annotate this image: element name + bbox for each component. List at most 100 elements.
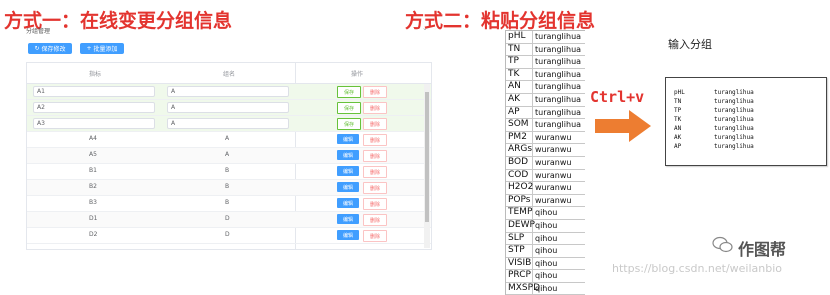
table-row: B3 B 编辑 删除: [27, 196, 431, 212]
wechat-icon: [712, 236, 733, 253]
indicator-input[interactable]: A3: [33, 118, 155, 129]
sheet-row[interactable]: SOM turanglihua: [506, 119, 585, 132]
paste-line: TP turanglihua: [674, 107, 754, 114]
indicator-cell: B1: [89, 167, 97, 174]
indicator-cell: B3: [89, 199, 97, 206]
save-row-button[interactable]: 保存: [337, 118, 361, 130]
sheet-row[interactable]: PM2 wuranwu: [506, 132, 585, 145]
watermark-brand: 作图帮: [738, 240, 787, 259]
batch-add-button[interactable]: + 批量添加: [80, 43, 124, 54]
paste-line: AP turanglihua: [674, 143, 754, 150]
group-cell: D: [225, 215, 230, 222]
paste-line: TN turanglihua: [674, 98, 754, 105]
indicator-cell: D1: [89, 215, 98, 222]
edit-row-button[interactable]: 编辑: [337, 166, 359, 176]
sheet-row[interactable]: STP qihou: [506, 245, 585, 258]
delete-row-button[interactable]: 删除: [363, 214, 387, 226]
edit-row-button[interactable]: 编辑: [337, 230, 359, 240]
plus-icon: +: [86, 45, 92, 52]
column-header-indicator: 指标: [89, 71, 102, 78]
sheet-row[interactable]: H2O2 wuranwu: [506, 182, 585, 195]
group-cell: A: [225, 135, 230, 142]
paste-shortcut-label: Ctrl+v: [590, 88, 645, 106]
paste-line: AN turanglihua: [674, 125, 754, 132]
sheet-row[interactable]: pHL turanglihua: [506, 31, 585, 44]
sheet-row[interactable]: TK turanglihua: [506, 69, 585, 82]
sheet-row[interactable]: COD wuranwu: [506, 170, 585, 183]
table-row: B1 B 编辑 删除: [27, 164, 431, 180]
table-header: 指标 组名 操作: [27, 63, 431, 249]
sheet-row[interactable]: AP turanglihua: [506, 107, 585, 120]
table-row: D2 D 编辑 删除: [27, 228, 431, 244]
sheet-row[interactable]: ARGs wuranwu: [506, 144, 585, 157]
column-header-group: 组名: [223, 71, 236, 78]
spreadsheet-source: pHL turanglihua TN turanglihua TP turanglih…: [505, 30, 585, 295]
delete-row-button[interactable]: 删除: [363, 118, 387, 130]
delete-row-button[interactable]: 删除: [363, 230, 387, 242]
sheet-row[interactable]: POPs wuranwu: [506, 195, 585, 208]
table-row-editing: A1 A 保存 删除: [27, 84, 431, 100]
paste-line: TK turanglihua: [674, 116, 754, 123]
edit-row-button[interactable]: 编辑: [337, 182, 359, 192]
indicator-input[interactable]: A2: [33, 102, 155, 113]
method2-title: 方式二：粘贴分组信息: [405, 10, 596, 32]
chevron-down-icon[interactable]: ⌄: [422, 24, 428, 32]
delete-row-button[interactable]: 删除: [363, 102, 387, 114]
table-row-editing: A3 A 保存 删除: [27, 116, 431, 132]
group-cell: B: [225, 183, 230, 190]
sheet-row[interactable]: SLP qihou: [506, 233, 585, 246]
save-row-button[interactable]: 保存: [337, 102, 361, 114]
input-group-label: 输入分组: [668, 38, 712, 51]
table-row-editing: A2 A 保存 删除: [27, 100, 431, 116]
vertical-scrollbar[interactable]: [424, 84, 430, 248]
table-row: A5 A 编辑 删除: [27, 148, 431, 164]
watermark-url: https://blog.csdn.net/weilanbio: [612, 262, 783, 275]
paste-line: AK turanglihua: [674, 134, 754, 141]
edit-row-button[interactable]: 编辑: [337, 214, 359, 224]
indicator-cell: B2: [89, 183, 97, 190]
save-row-button[interactable]: 保存: [337, 86, 361, 98]
section-label: 分组管理: [26, 28, 51, 35]
sheet-row[interactable]: BOD wuranwu: [506, 157, 585, 170]
sheet-row[interactable]: DEWP qihou: [506, 220, 585, 233]
delete-row-button[interactable]: 删除: [363, 150, 387, 162]
indicator-cell: D2: [89, 231, 98, 238]
scrollbar-thumb[interactable]: [425, 92, 429, 222]
group-cell: B: [225, 199, 230, 206]
paste-line: pHL turanglihua: [674, 89, 754, 96]
table-row: B2 B 编辑 删除: [27, 180, 431, 196]
group-paste-textarea[interactable]: pHL turanglihua TN turanglihua TP turanglih…: [665, 77, 827, 166]
edit-row-button[interactable]: 编辑: [337, 198, 359, 208]
online-edit-panel: 分组管理 ⌄ ↻ 保存修改 + 批量添加 指标 组名 操作 A1 A 保存 删除 A…: [22, 20, 432, 250]
indicator-input[interactable]: A1: [33, 86, 155, 97]
sheet-row[interactable]: AN turanglihua: [506, 81, 585, 94]
group-input[interactable]: A: [167, 102, 289, 113]
table-row: D1 D 编辑 删除: [27, 212, 431, 228]
edit-row-button[interactable]: 编辑: [337, 134, 359, 144]
sheet-row[interactable]: PRCP qihou: [506, 270, 585, 283]
sheet-row[interactable]: TN turanglihua: [506, 44, 585, 57]
table-row: A4 A 编辑 删除: [27, 132, 431, 148]
sheet-row[interactable]: AK turanglihua: [506, 94, 585, 107]
sheet-row[interactable]: VISIB qihou: [506, 258, 585, 271]
save-changes-button[interactable]: ↻ 保存修改: [28, 43, 72, 54]
group-cell: A: [225, 151, 230, 158]
indicator-cell: A4: [89, 135, 97, 142]
group-input[interactable]: A: [167, 118, 289, 129]
delete-row-button[interactable]: 删除: [363, 166, 387, 178]
arrow-right-icon: [595, 110, 651, 142]
indicator-cell: A5: [89, 151, 97, 158]
sheet-row[interactable]: MXSPD qihou: [506, 283, 585, 295]
group-cell: B: [225, 167, 230, 174]
column-header-actions: 操作: [351, 71, 364, 78]
sheet-row[interactable]: TEMP qihou: [506, 207, 585, 220]
delete-row-button[interactable]: 删除: [363, 198, 387, 210]
group-cell: D: [225, 231, 230, 238]
delete-row-button[interactable]: 删除: [363, 134, 387, 146]
edit-row-button[interactable]: 编辑: [337, 150, 359, 160]
group-input[interactable]: A: [167, 86, 289, 97]
delete-row-button[interactable]: 删除: [363, 86, 387, 98]
delete-row-button[interactable]: 删除: [363, 182, 387, 194]
group-table: 指标 组名 操作 A1 A 保存 删除 A2 A 保存 删除 A3 A 保存 删…: [26, 62, 432, 250]
sheet-row[interactable]: TP turanglihua: [506, 56, 585, 69]
